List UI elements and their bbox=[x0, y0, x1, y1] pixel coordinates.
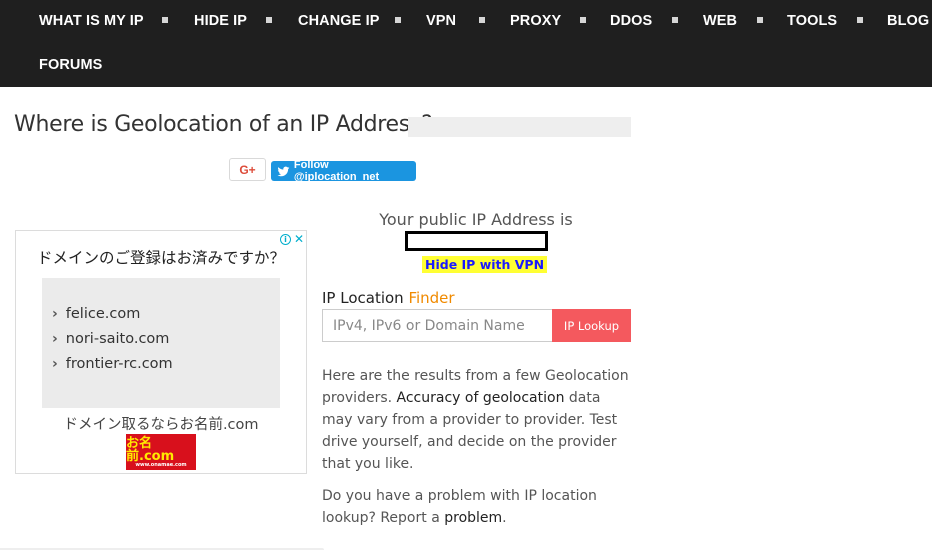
ip-lookup-input[interactable] bbox=[322, 309, 552, 342]
intro-paragraph: Here are the results from a few Geolocat… bbox=[322, 368, 629, 472]
close-icon[interactable]: ✕ bbox=[294, 232, 304, 246]
nav-blog[interactable]: BLOG bbox=[887, 13, 929, 29]
nav-web[interactable]: WEB bbox=[703, 13, 737, 29]
chevron-right-icon: › bbox=[52, 331, 58, 347]
nav-separator bbox=[672, 17, 678, 23]
section-divider bbox=[0, 548, 324, 550]
nav-proxy[interactable]: PROXY bbox=[510, 13, 561, 29]
finder-title: IP Location Finder bbox=[322, 289, 455, 307]
nav-what-is-my-ip[interactable]: WHAT IS MY IP bbox=[39, 13, 144, 29]
nav-ddos[interactable]: DDOS bbox=[610, 13, 652, 29]
ad-domain-item[interactable]: › nori-saito.com bbox=[52, 331, 169, 347]
ad-choices[interactable]: i ✕ bbox=[279, 232, 304, 246]
top-navigation: WHAT IS MY IP HIDE IP CHANGE IP VPN PROX… bbox=[0, 0, 932, 87]
google-plus-icon: G+ bbox=[239, 162, 256, 177]
nav-tools[interactable]: TOOLS bbox=[787, 13, 837, 29]
accuracy-link[interactable]: Accuracy of geolocation bbox=[397, 390, 565, 406]
ad-domain-item[interactable]: › frontier-rc.com bbox=[52, 356, 173, 372]
ad-headline[interactable]: ドメインのご登録はお済みですか？ bbox=[37, 246, 285, 268]
nav-separator bbox=[162, 17, 168, 23]
nav-separator bbox=[857, 17, 863, 23]
chevron-right-icon: › bbox=[52, 306, 58, 322]
nav-hide-ip[interactable]: HIDE IP bbox=[194, 13, 247, 29]
twitter-follow-label: Follow @iplocation_net bbox=[293, 159, 380, 183]
ad-domain-list: › felice.com › nori-saito.com › frontier… bbox=[42, 278, 280, 408]
public-ip-label: Your public IP Address is bbox=[379, 210, 573, 229]
nav-forums[interactable]: FORUMS bbox=[39, 57, 102, 73]
problem-link[interactable]: problem bbox=[444, 510, 502, 526]
advertisement[interactable]: i ✕ ドメインのご登録はお済みですか？ › felice.com › nori… bbox=[15, 230, 307, 474]
nav-separator bbox=[395, 17, 401, 23]
nav-separator bbox=[580, 17, 586, 23]
info-icon: i bbox=[279, 233, 291, 245]
nav-change-ip[interactable]: CHANGE IP bbox=[298, 13, 379, 29]
twitter-bird-icon bbox=[277, 166, 290, 176]
hide-ip-vpn-link[interactable]: Hide IP with VPN bbox=[422, 256, 548, 273]
ad-caption[interactable]: ドメイン取るならお名前.com bbox=[16, 413, 306, 434]
twitter-follow-button[interactable]: Follow @iplocation_net bbox=[271, 159, 416, 183]
nav-separator bbox=[266, 17, 272, 23]
ad-logo[interactable]: お名前.com www.onamae.com bbox=[126, 434, 196, 470]
nav-vpn[interactable]: VPN bbox=[426, 13, 456, 29]
ip-lookup-button[interactable]: IP Lookup bbox=[552, 309, 631, 342]
google-plus-button[interactable]: G+ bbox=[229, 158, 266, 181]
title-placeholder-bar bbox=[408, 117, 631, 137]
nav-separator bbox=[757, 17, 763, 23]
nav-separator bbox=[479, 17, 485, 23]
report-paragraph: Do you have a problem with IP location l… bbox=[322, 488, 597, 526]
chevron-right-icon: › bbox=[52, 356, 58, 372]
page-title: Where is Geolocation of an IP Address? bbox=[14, 112, 433, 137]
ip-address-box bbox=[405, 231, 548, 251]
ad-domain-item[interactable]: › felice.com bbox=[52, 306, 140, 322]
